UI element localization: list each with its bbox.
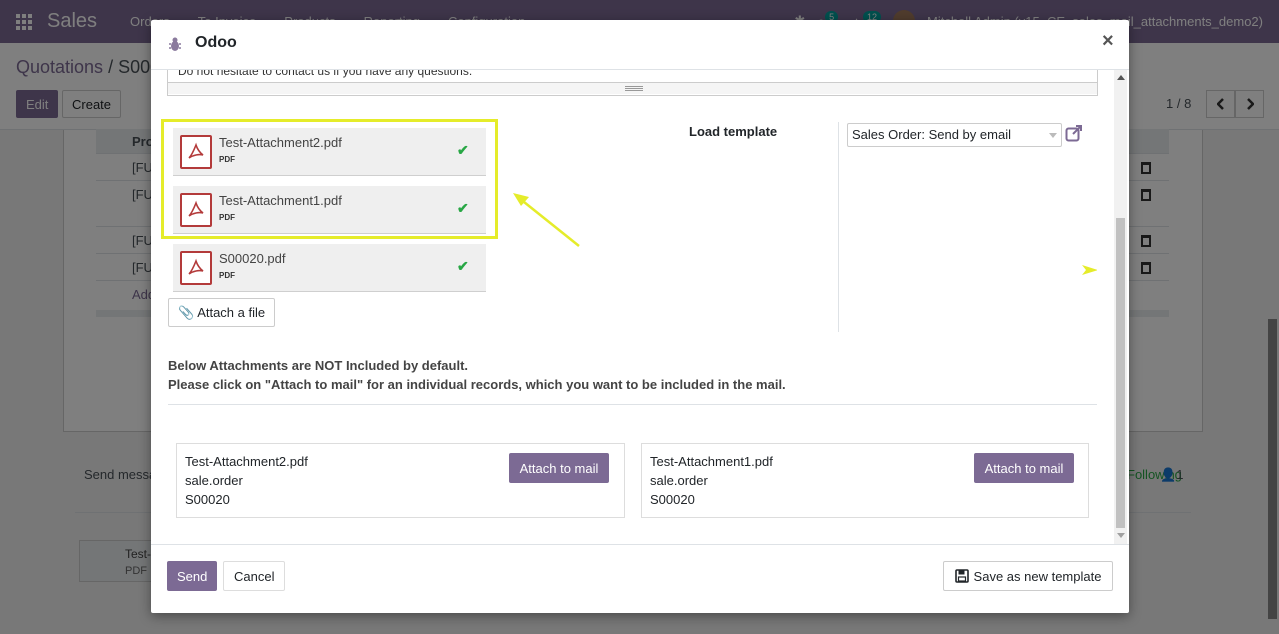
- record-model: sale.order: [185, 473, 243, 488]
- dialog-title: Odoo: [195, 34, 237, 51]
- external-link-icon[interactable]: [1065, 124, 1083, 142]
- attach-to-mail-button[interactable]: Attach to mail: [974, 453, 1074, 483]
- attachments-note: Below Attachments are NOT Included by de…: [168, 356, 786, 394]
- dialog-header: Odoo ×: [151, 20, 1129, 70]
- vertical-divider: [838, 122, 839, 332]
- template-select[interactable]: Sales Order: Send by email: [847, 123, 1062, 147]
- bug-icon: [169, 37, 181, 51]
- dialog-scrollbar-thumb[interactable]: [1116, 218, 1125, 528]
- annotation-arrow-icon: [513, 193, 580, 247]
- save-as-template-label: Save as new template: [973, 568, 1102, 584]
- record-model: sale.order: [650, 473, 708, 488]
- dropdown-caret-icon: [1049, 133, 1057, 138]
- note-line-2: Please click on "Attach to mail" for an …: [168, 377, 786, 392]
- record-file-name: Test-Attachment2.pdf: [185, 454, 308, 469]
- record-reference: S00020: [650, 492, 695, 507]
- record-attachment-card: Test-Attachment1.pdf sale.order S00020 A…: [641, 443, 1089, 518]
- close-icon[interactable]: ×: [1102, 30, 1114, 53]
- compose-email-dialog: Odoo × Do not hesitate to contact us if …: [151, 20, 1129, 613]
- record-info: Test-Attachment1.pdf sale.order S00020: [650, 452, 773, 509]
- dialog-scrollbar[interactable]: [1114, 70, 1127, 544]
- record-info: Test-Attachment2.pdf sale.order S00020: [185, 452, 308, 509]
- note-line-1: Below Attachments are NOT Included by de…: [168, 358, 469, 373]
- record-file-name: Test-Attachment1.pdf: [650, 454, 773, 469]
- dialog-body: Do not hesitate to contact us if you hav…: [151, 70, 1129, 544]
- send-button[interactable]: Send: [167, 561, 218, 591]
- floppy-disk-icon: [954, 569, 969, 583]
- template-select-value: Sales Order: Send by email: [852, 127, 1011, 142]
- dialog-content: Do not hesitate to contact us if you hav…: [161, 70, 1098, 544]
- record-attachment-card: Test-Attachment2.pdf sale.order S00020 A…: [176, 443, 625, 518]
- save-as-template-button[interactable]: Save as new template: [943, 561, 1113, 591]
- scroll-down-icon[interactable]: [1117, 533, 1125, 538]
- record-reference: S00020: [185, 492, 230, 507]
- attach-to-mail-button[interactable]: Attach to mail: [509, 453, 609, 483]
- annotation-pointer-icon: [1082, 265, 1097, 275]
- dialog-footer: Send Cancel Save as new template: [151, 544, 1129, 613]
- cancel-button[interactable]: Cancel: [223, 561, 286, 591]
- load-template-label: Load template: [689, 124, 778, 139]
- annotation-arrows: [513, 193, 1097, 275]
- section-divider: [168, 404, 1097, 405]
- scroll-up-icon[interactable]: [1117, 75, 1125, 80]
